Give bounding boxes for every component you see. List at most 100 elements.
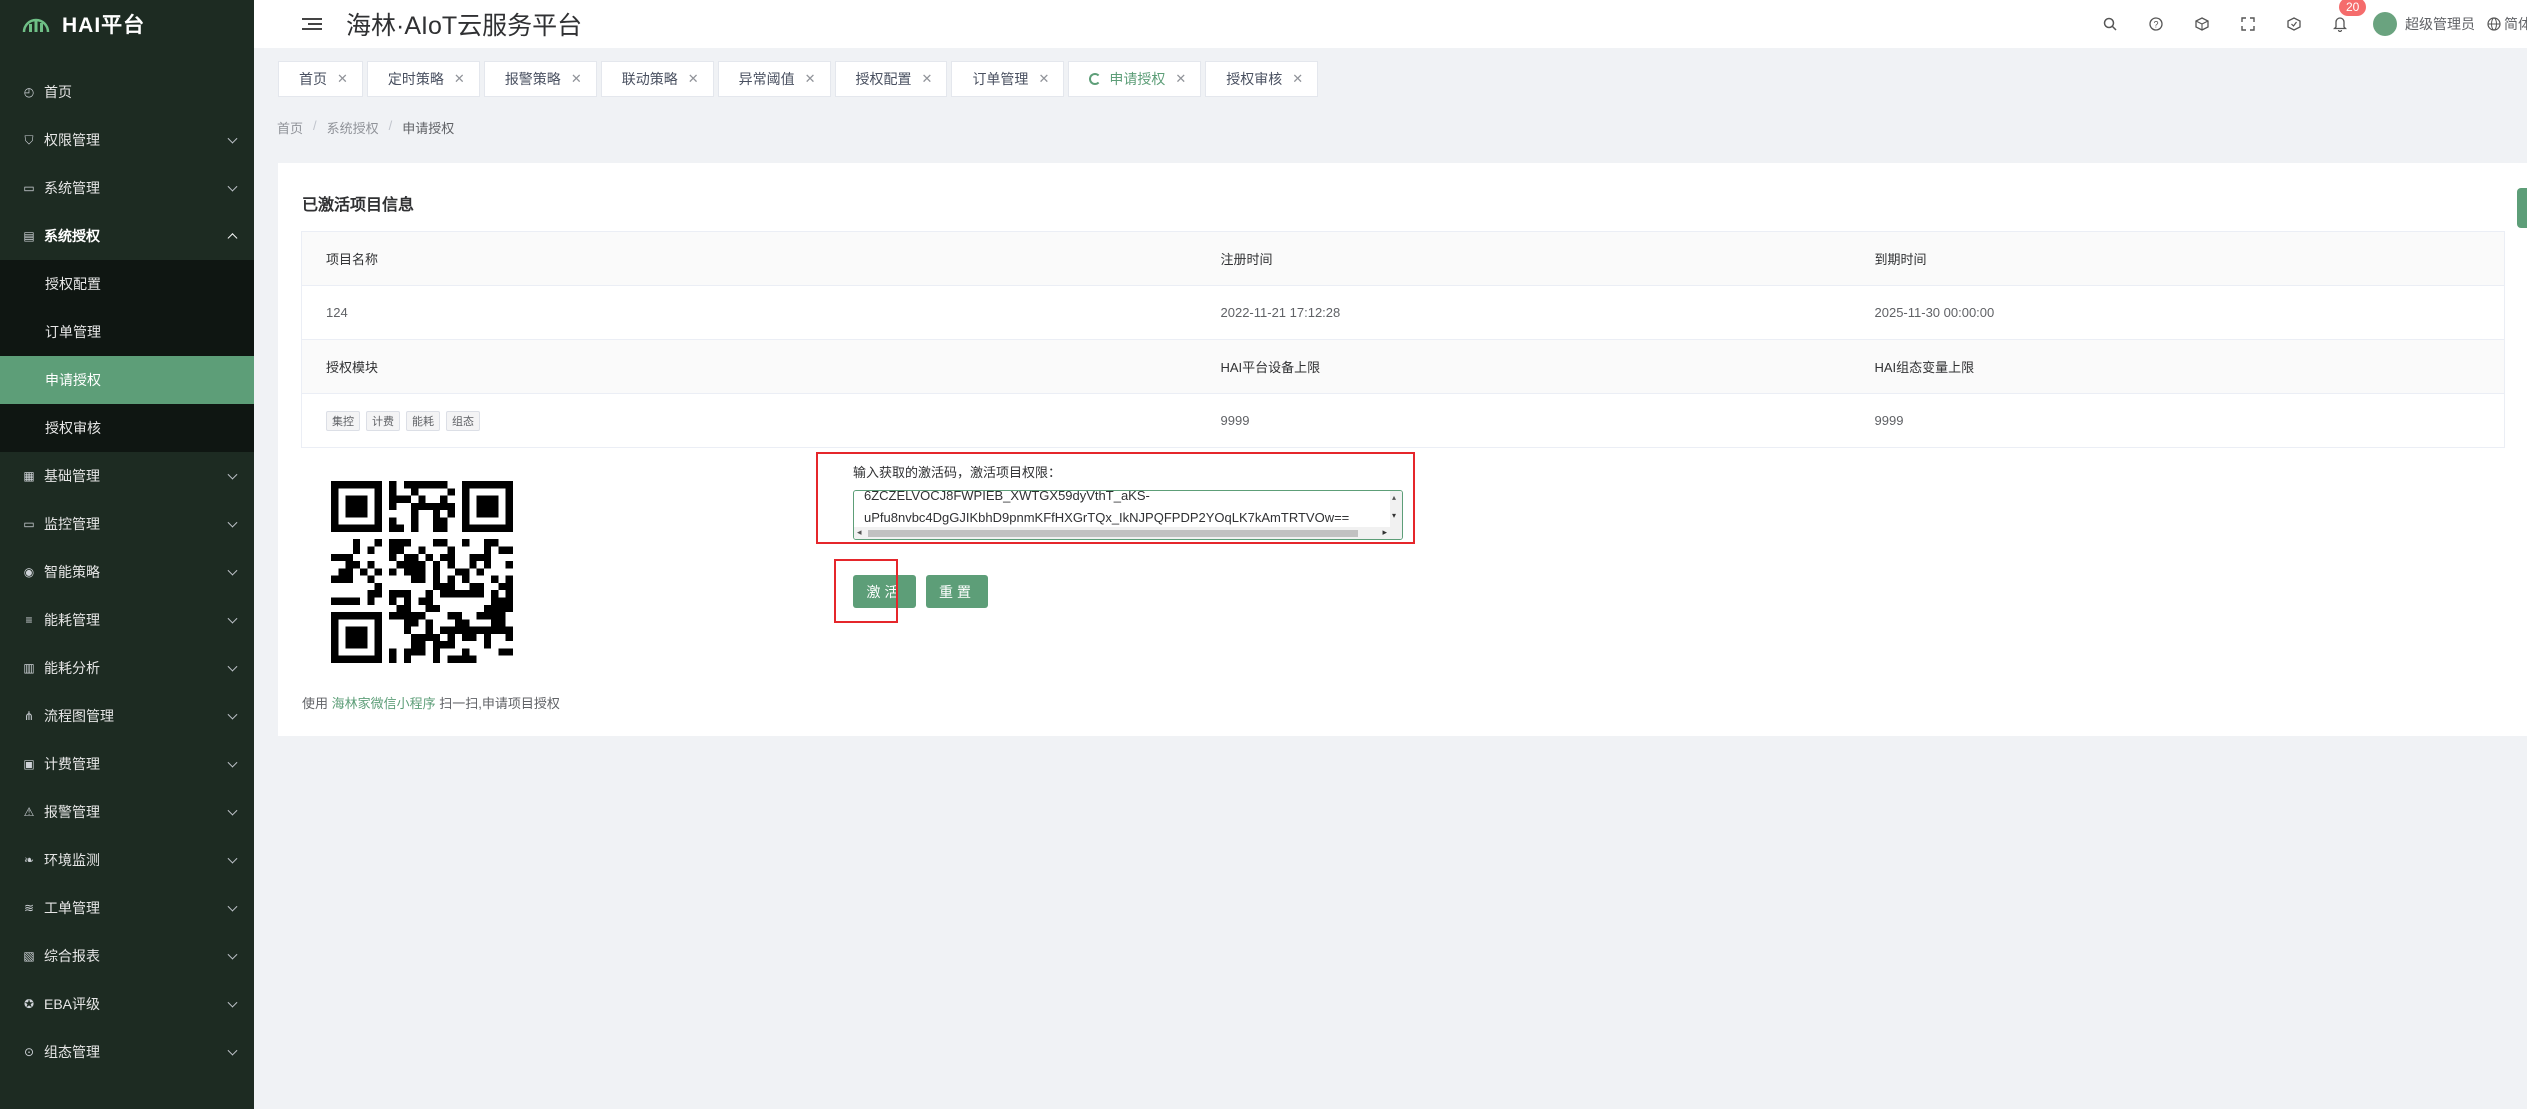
- sidebar-item[interactable]: ▤ 系统授权: [0, 212, 254, 260]
- chevron-down-icon: [227, 613, 238, 624]
- table-row: 集控 计费 能耗 组态 9999 9999: [301, 393, 2505, 448]
- sidebar-item[interactable]: ≡ 能耗管理: [0, 596, 254, 644]
- chevron-down-icon: [227, 1045, 238, 1056]
- user-menu[interactable]: 超级管理员: [2373, 12, 2475, 36]
- chevron-down-icon: [227, 901, 238, 912]
- activate-button[interactable]: 激活: [853, 575, 916, 608]
- globe-icon: [2487, 17, 2501, 31]
- sidebar-item[interactable]: ✪ EBA评级: [0, 980, 254, 1028]
- tab-item[interactable]: 申请授权 ✕: [1068, 61, 1202, 97]
- tab-item[interactable]: 首页 ✕: [278, 61, 363, 97]
- sidebar-item[interactable]: ▥ 能耗分析: [0, 644, 254, 692]
- chevron-down-icon: [227, 469, 238, 480]
- sidebar-item[interactable]: ⋔ 流程图管理: [0, 692, 254, 740]
- refresh-icon[interactable]: [1089, 73, 1102, 85]
- avatar: [2373, 12, 2397, 36]
- scroll-down-icon[interactable]: ▾: [1392, 511, 1396, 520]
- help-icon[interactable]: ?: [2133, 0, 2179, 48]
- scroll-up-icon[interactable]: ▴: [1392, 493, 1396, 502]
- sidebar-item-label: 流程图管理: [44, 708, 114, 724]
- close-icon[interactable]: ✕: [1292, 71, 1303, 87]
- modules-cell: 集控 计费 能耗 组态: [301, 393, 1197, 448]
- bell-icon[interactable]: 20: [2317, 0, 2367, 48]
- module-tag: 集控: [326, 410, 360, 431]
- header-actions: ? 20 超级管理员 简体: [2087, 0, 2527, 48]
- logo[interactable]: HAI平台: [0, 0, 254, 48]
- scroll-left-icon[interactable]: ◂: [857, 527, 862, 538]
- breadcrumb: 首页 / 系统授权 / 申请授权: [277, 118, 454, 137]
- close-icon[interactable]: ✕: [1038, 71, 1049, 87]
- sidebar-item-label: EBA评级: [44, 996, 101, 1012]
- sidebar-item[interactable]: ▣ 计费管理: [0, 740, 254, 788]
- sidebar-item[interactable]: ⛉ 权限管理: [0, 116, 254, 164]
- sidebar-item[interactable]: ▦ 基础管理: [0, 452, 254, 500]
- sidebar-item-label: 监控管理: [44, 516, 100, 532]
- cube-icon[interactable]: [2179, 0, 2225, 48]
- reset-button[interactable]: 重置: [926, 575, 988, 608]
- tab-label: 授权审核: [1226, 71, 1283, 87]
- bar-chart-icon: ▥: [23, 661, 35, 675]
- horizontal-scrollbar[interactable]: ◂ ▸: [854, 527, 1390, 539]
- tab-item[interactable]: 授权审核 ✕: [1205, 61, 1319, 97]
- activation-code-textarea[interactable]: 6ZCZELVOCJ8FWPIEB_XWTGX59dyVthT_aKS- uPf…: [853, 490, 1403, 540]
- tab-item[interactable]: 授权配置 ✕: [834, 61, 948, 97]
- vertical-scrollbar[interactable]: ▴ ▾: [1390, 491, 1402, 539]
- qr-caption-prefix: 使用: [302, 696, 332, 711]
- breadcrumb-item[interactable]: 系统授权: [327, 118, 379, 137]
- tab-item[interactable]: 异常阈值 ✕: [717, 61, 831, 97]
- fullscreen-icon[interactable]: [2225, 0, 2271, 48]
- license-icon: ▤: [23, 229, 35, 243]
- scroll-right-icon[interactable]: ▸: [1382, 527, 1387, 538]
- settings-drawer-handle[interactable]: [2517, 188, 2527, 228]
- alarm-icon: ⚠: [23, 805, 35, 819]
- menu-toggle-icon[interactable]: [302, 16, 322, 32]
- breadcrumb-item[interactable]: 首页: [277, 118, 303, 137]
- tab-item[interactable]: 联动策略 ✕: [600, 61, 714, 97]
- table-header-cell: 授权模块: [301, 339, 1197, 394]
- activation-label: 输入获取的激活码，激活项目权限：: [853, 465, 1062, 480]
- close-icon[interactable]: ✕: [922, 71, 933, 87]
- activation-code-line: uPfu8nvbc4DgGJIKbhD9pnmKFfHXGrTQx_IkNJPQ…: [864, 510, 1350, 525]
- report-icon: ▧: [23, 949, 35, 963]
- sidebar-item[interactable]: ≋ 工单管理: [0, 884, 254, 932]
- sidebar-item[interactable]: ▭ 监控管理: [0, 500, 254, 548]
- sidebar-item[interactable]: ❧ 环境监测: [0, 836, 254, 884]
- layout-size-icon[interactable]: [2271, 0, 2317, 48]
- sidebar-item-label: 能耗分析: [44, 660, 100, 676]
- sidebar-item[interactable]: ◉ 智能策略: [0, 548, 254, 596]
- scrollbar-thumb[interactable]: [868, 530, 1358, 537]
- module-tag: 组态: [446, 410, 480, 431]
- sidebar-item[interactable]: ⚠ 报警管理: [0, 788, 254, 836]
- sidebar-item-label: 首页: [44, 84, 72, 100]
- sidebar-subitem[interactable]: 授权配置: [0, 260, 254, 308]
- close-icon[interactable]: ✕: [805, 71, 816, 87]
- table-header-cell: 项目名称: [301, 231, 1197, 286]
- tab-item[interactable]: 定时策略 ✕: [366, 61, 480, 97]
- sidebar-item[interactable]: ◴ 首页: [0, 68, 254, 116]
- table-header-cell: HAI平台设备上限: [1196, 339, 1851, 394]
- sidebar-item[interactable]: ⊙ 组态管理: [0, 1028, 254, 1076]
- sidebar-item-label: 系统授权: [44, 228, 100, 244]
- sidebar-subitem[interactable]: 申请授权: [0, 356, 254, 404]
- language-switch[interactable]: 简体: [2487, 14, 2527, 34]
- activation-code-text[interactable]: 6ZCZELVOCJ8FWPIEB_XWTGX59dyVthT_aKS- uPf…: [864, 491, 1350, 529]
- sidebar-subitem[interactable]: 订单管理: [0, 308, 254, 356]
- search-icon[interactable]: [2087, 0, 2133, 48]
- close-icon[interactable]: ✕: [688, 71, 699, 87]
- notification-badge: 20: [2339, 0, 2367, 16]
- tab-item[interactable]: 报警策略 ✕: [483, 61, 597, 97]
- chevron-down-icon: [227, 181, 238, 192]
- close-icon[interactable]: ✕: [1175, 71, 1186, 87]
- close-icon[interactable]: ✕: [571, 71, 582, 87]
- activation-card: 已激活项目信息 项目名称 注册时间 到期时间 124 2022-11-21 17…: [278, 163, 2527, 736]
- sidebar-subitem[interactable]: 授权审核: [0, 404, 254, 452]
- sidebar-item[interactable]: ▭ 系统管理: [0, 164, 254, 212]
- config-icon: ⊙: [23, 1045, 35, 1059]
- close-icon[interactable]: ✕: [454, 71, 465, 87]
- close-icon[interactable]: ✕: [337, 71, 348, 87]
- mini-program-link[interactable]: 海林家微信小程序: [332, 696, 436, 711]
- chevron-down-icon: [227, 853, 238, 864]
- sidebar-item[interactable]: ▧ 综合报表: [0, 932, 254, 980]
- variable-limit-value: 9999: [1850, 393, 2505, 448]
- tab-item[interactable]: 订单管理 ✕: [951, 61, 1065, 97]
